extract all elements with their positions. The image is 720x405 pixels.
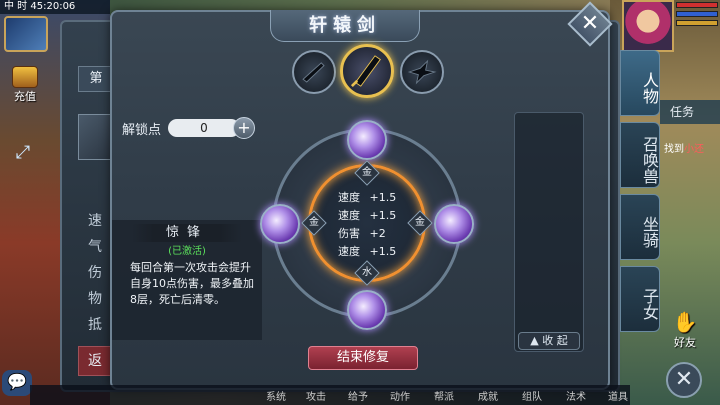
hp-bar [676,2,718,8]
tab-mount[interactable]: 坐骑 [620,194,660,260]
menu-item[interactable]: 帮派 [434,388,454,403]
bonus-stat-row: 速度 +1.5 [338,207,398,223]
stat-value: +1.5 [369,209,397,222]
stat-label: 物 [88,291,102,307]
weapon-select-1[interactable] [292,50,336,94]
stat-label: 抵 [88,317,102,333]
element-label: 金 [362,167,372,178]
character-tab[interactable]: 第 [78,66,114,92]
clock-display: 中 时 45:20:06 [0,0,110,14]
hud-close-button[interactable]: ✕ [666,362,702,398]
anger-bar [676,20,718,26]
skill-name: 惊锋 [132,224,242,242]
rune-orb-top[interactable] [347,120,387,160]
equipment-slot[interactable] [78,114,114,160]
menu-item[interactable]: 道具 [608,388,628,403]
menu-item[interactable]: 系统 [266,388,286,403]
clock-time: 45:20:06 [30,1,76,12]
skill-description: 每回合第一次攻击会提升自身10点伤害，最多叠加8层，死亡后清零。 [130,261,254,306]
dagger-icon [302,62,325,83]
stat-value: +2 [369,227,386,240]
tab-summon[interactable]: 召唤兽 [620,122,660,188]
close-icon: ✕ [580,11,600,36]
stat-key: 速度 [338,209,360,222]
rune-list-panel [514,112,584,352]
stat-value: +1.5 [369,245,397,258]
stat-key: 速度 [338,191,360,204]
treasure-chest-icon [12,66,38,88]
bonus-stat-row: 速度 +1.5 [338,189,398,205]
bird-icon [407,59,437,85]
unlock-points-value: 0 [168,119,240,137]
handshake-icon: ✋ [672,310,698,334]
stat-key: 伤害 [338,227,360,240]
quest-tracker[interactable]: 找到小还 [664,140,720,155]
weapon-select-3[interactable] [400,50,444,94]
collapse-button[interactable]: ▲ 收 起 [518,332,580,350]
return-button[interactable]: 返 [78,346,112,376]
clock-prefix: 中 时 [4,1,28,12]
rune-orb-right[interactable] [434,204,474,244]
stat-label: 伤 [88,265,102,281]
task-tab[interactable]: 任务 [660,100,720,124]
minimap[interactable] [4,16,48,52]
friends-button[interactable]: ✋ 好友 [665,310,705,350]
stat-value: +1.5 [369,191,397,204]
element-label: 金 [415,217,425,228]
menu-item[interactable]: 组队 [522,388,542,403]
status-bars [676,2,718,29]
element-label: 金 [309,217,319,228]
menu-item[interactable]: 法术 [566,388,586,403]
element-label: 水 [362,267,372,278]
skill-status: (已激活) [168,246,206,257]
menu-item[interactable]: 攻击 [306,388,326,403]
recharge-button[interactable]: 充值 [4,66,46,110]
unlock-points-label: 解锁点 [122,123,162,138]
unlock-plus-button[interactable]: + [233,117,255,139]
stat-label: 气 [88,239,102,255]
menu-item[interactable]: 动作 [390,388,410,403]
dialog-title-plate: 轩辕剑 [270,10,420,42]
bonus-stat-row: 速度 +1.5 [338,243,398,259]
player-avatar[interactable] [622,0,674,52]
tab-character[interactable]: 人物 [620,50,660,116]
stat-key: 速度 [338,245,360,258]
side-tabs: 人物 召唤兽 坐骑 子女 [620,50,660,338]
rune-orb-left[interactable] [260,204,300,244]
recharge-label: 充值 [14,90,36,103]
dialog-title: 轩辕剑 [309,15,381,36]
quest-prefix: 找到 [664,144,684,155]
weapon-select-2[interactable] [340,44,394,98]
sword-icon [350,55,381,88]
menu-item[interactable]: 给予 [348,388,368,403]
bottom-menu-bar: 系统 攻击 给予 动作 帮派 成就 组队 法术 道具 [30,385,630,405]
mp-bar [676,11,718,17]
menu-item[interactable]: 成就 [478,388,498,403]
bonus-stat-row: 伤害 +2 [338,225,398,241]
rune-orb-bottom[interactable] [347,290,387,330]
end-repair-button[interactable]: 结束修复 [308,346,418,370]
expand-icon[interactable]: ⤢ [10,140,36,166]
tab-children[interactable]: 子女 [620,266,660,332]
chat-icon[interactable]: 💬 [2,370,32,396]
stat-label: 速 [88,213,102,229]
quest-target: 小还 [684,144,704,155]
friends-label: 好友 [674,336,696,349]
